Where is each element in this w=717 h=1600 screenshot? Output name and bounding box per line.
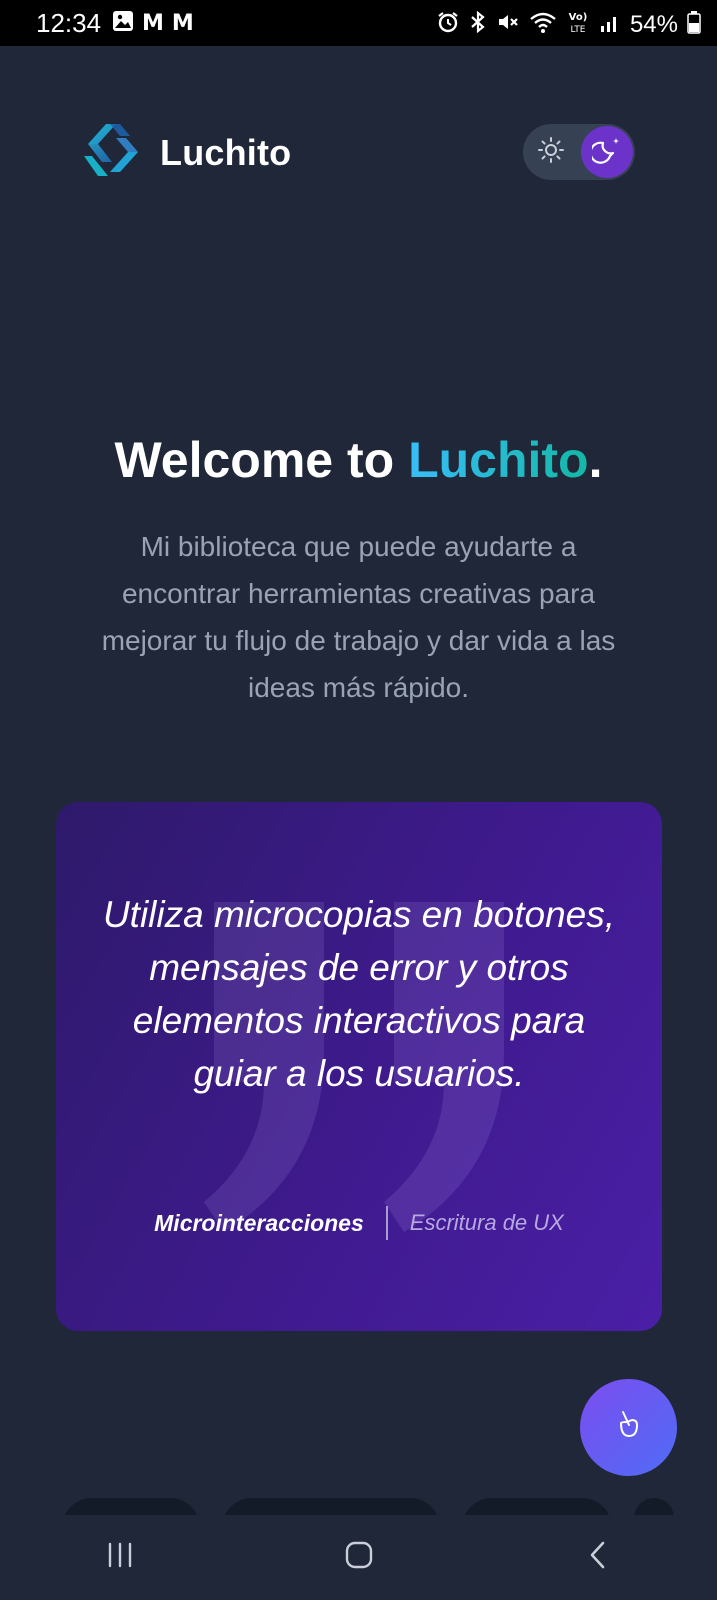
signal-icon [599, 10, 621, 39]
status-bar: 12:34 M M Vo) LTE 54% [0, 0, 717, 46]
recents-button[interactable] [80, 1528, 160, 1588]
dark-theme-button[interactable] [581, 126, 633, 178]
app-screen: 12:34 M M Vo) LTE 54% Luchito Welcome to… [0, 0, 717, 1600]
brand-logo-link[interactable]: Luchito [84, 122, 291, 183]
home-button[interactable] [319, 1528, 399, 1588]
mate-icon [612, 1408, 646, 1447]
notification-icons: M M [112, 10, 194, 37]
hero-title-prefix: Welcome to [114, 432, 409, 488]
battery-percent: 54% [629, 10, 678, 38]
hero-subtitle: Mi biblioteca que puede ayudarte a encon… [101, 531, 616, 703]
svg-text:Vo): Vo) [569, 12, 588, 23]
system-icons: Vo) LTE 54% [436, 9, 701, 40]
home-icon [344, 1540, 374, 1575]
gmail-icon: M [171, 10, 194, 36]
status-time: 12:34 [36, 8, 102, 38]
sun-icon [537, 136, 565, 169]
gmail-icon: M [142, 10, 164, 36]
gallery-icon [112, 10, 134, 37]
tag-escritura-ux[interactable]: Escritura de UX [410, 1208, 564, 1238]
light-theme-button[interactable] [531, 132, 571, 172]
theme-toggle[interactable] [523, 124, 635, 180]
mute-icon [496, 10, 520, 39]
hero-title-suffix: . [588, 432, 603, 488]
wifi-icon [529, 10, 557, 39]
svg-text:LTE: LTE [570, 25, 585, 35]
volte-icon: Vo) LTE [566, 9, 590, 40]
hero-title: Welcome to Luchito. [0, 430, 717, 490]
back-button[interactable] [558, 1528, 638, 1588]
quote-card: Utiliza microcopias en botones, mensajes… [56, 802, 662, 1331]
quote-text: Utiliza microcopias en botones, mensajes… [102, 894, 616, 1094]
back-icon [586, 1540, 610, 1575]
battery-icon [687, 10, 701, 39]
recents-icon [105, 1541, 135, 1574]
hero-title-accent: Luchito [408, 432, 589, 488]
system-nav-bar [0, 1515, 717, 1600]
tag-microinteracciones[interactable]: Microinteracciones [154, 1208, 364, 1238]
mate-fab-button[interactable] [580, 1379, 677, 1476]
quote-tags: Microinteracciones Escritura de UX [56, 1206, 662, 1240]
alarm-icon [436, 10, 460, 39]
tag-divider [385, 1206, 388, 1240]
bluetooth-icon [469, 10, 487, 39]
moon-icon [589, 135, 622, 170]
brand-name: Luchito [160, 131, 292, 173]
logo-icon [84, 122, 138, 183]
